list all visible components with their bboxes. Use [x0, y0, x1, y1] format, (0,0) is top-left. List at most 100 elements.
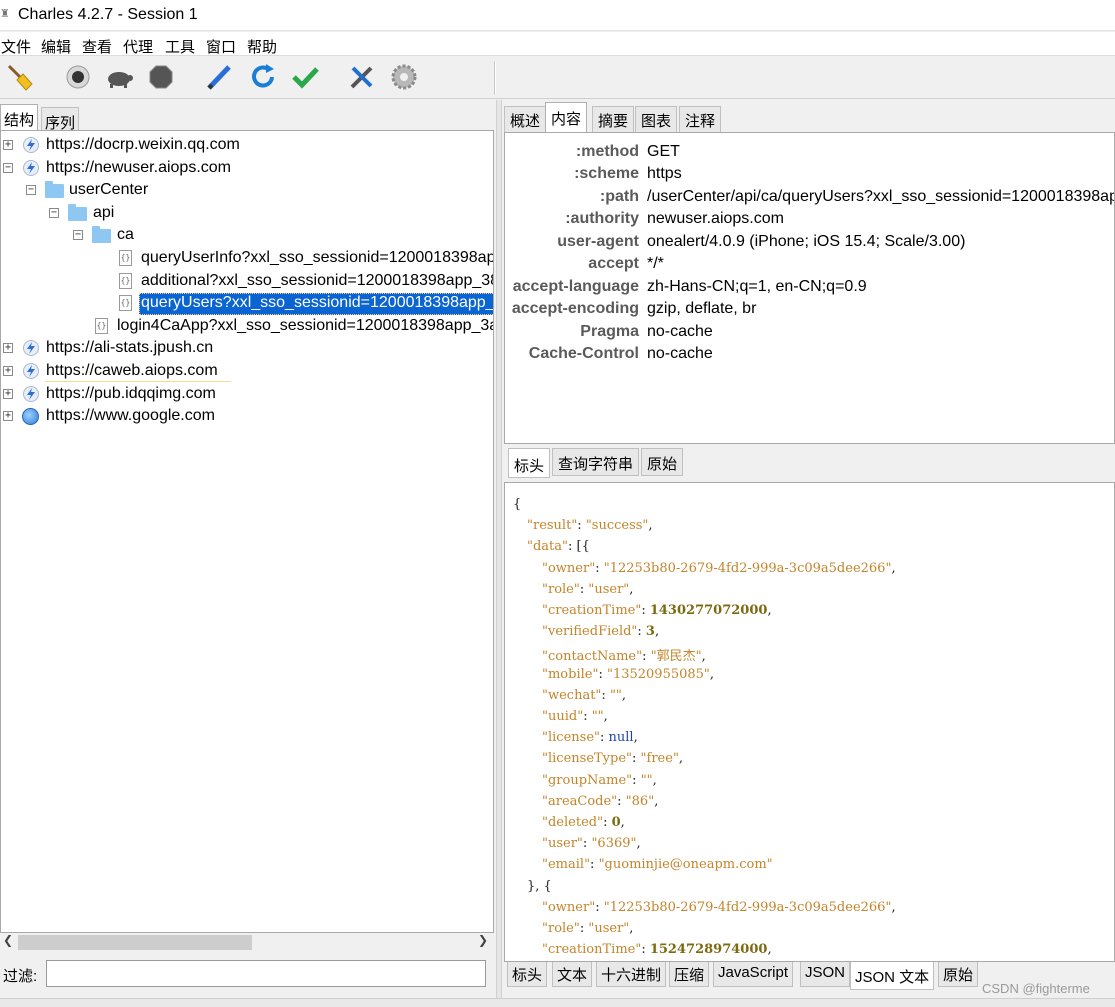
json-punct: ,: [633, 730, 638, 746]
tab-compressed[interactable]: 压缩: [669, 962, 710, 987]
tree-file-row-selected[interactable]: {} queryUsers?xxl_sso_sessionid=12000183…: [1, 292, 494, 314]
tree-file-row[interactable]: {} login4CaApp?xxl_sso_sessionid=1200018…: [1, 315, 494, 337]
response-json-panel: {"result": "success", "data": [{"owner": …: [504, 482, 1115, 962]
tab-headers[interactable]: 标头: [508, 448, 551, 478]
scrollbar-thumb[interactable]: [18, 935, 252, 950]
tree-folder-row[interactable]: − api: [1, 202, 493, 224]
menu-edit[interactable]: 编辑: [41, 36, 71, 57]
tab-chart[interactable]: 图表: [635, 106, 678, 132]
turtle-icon[interactable]: [104, 62, 134, 92]
menu-window[interactable]: 窗口: [206, 36, 236, 57]
collapse-icon[interactable]: −: [3, 163, 13, 173]
json-punct: :: [641, 942, 650, 958]
json-key: "contactName": [542, 649, 643, 665]
header-value: zh-Hans-CN;q=1, en-CN;q=0.9: [647, 278, 867, 295]
tree-host-row[interactable]: + https://caweb.aiops.com: [1, 360, 493, 382]
collapse-icon[interactable]: −: [73, 230, 83, 240]
json-line: {: [513, 497, 521, 512]
tree-file-row[interactable]: {} additional?xxl_sso_sessionid=12000183…: [1, 270, 494, 292]
tree-host-row[interactable]: + https://www.google.com: [1, 405, 493, 427]
check-icon[interactable]: [290, 62, 320, 92]
toolbar-separator: [494, 61, 496, 95]
tree-host-row[interactable]: + https://pub.idqqimg.com: [1, 383, 493, 405]
header-value: onealert/4.0.9 (iPhone; iOS 15.4; Scale/…: [647, 233, 966, 250]
window-title: Charles 4.2.7 - Session 1: [18, 6, 198, 23]
tab-raw[interactable]: 原始: [938, 962, 979, 987]
json-punct: :: [583, 709, 592, 724]
tree-folder-row[interactable]: − userCenter: [1, 179, 493, 201]
tab-sequence[interactable]: 序列: [41, 107, 80, 132]
json-punct: ,: [701, 649, 706, 665]
tab-overview[interactable]: 概述: [504, 106, 547, 132]
file-label: queryUsers?xxl_sso_sessionid=1200018398a…: [141, 294, 494, 311]
tab-javascript[interactable]: JavaScript: [713, 962, 794, 987]
pen-icon[interactable]: [204, 62, 234, 92]
scroll-right-arrow-icon[interactable]: ❯: [478, 933, 488, 947]
gear-icon[interactable]: [389, 62, 419, 92]
file-label: login4CaApp?xxl_sso_sessionid=1200018398…: [117, 317, 494, 334]
tree-host-row[interactable]: + https://ali-stats.jpush.cn: [1, 337, 493, 359]
structure-tabs: 结构 序列: [0, 102, 493, 132]
expand-icon[interactable]: +: [3, 389, 13, 399]
tab-text[interactable]: 文本: [552, 962, 593, 987]
json-value: "": [640, 772, 653, 788]
menu-proxy[interactable]: 代理: [123, 36, 153, 57]
tab-json-text[interactable]: JSON 文本: [850, 962, 935, 990]
horizontal-scrollbar[interactable]: ❮ ❯: [0, 933, 494, 951]
json-line: }, {: [527, 879, 552, 894]
json-key: "uuid": [542, 709, 584, 724]
row-underline: [45, 381, 231, 382]
json-value: 1430277072000: [649, 603, 768, 618]
json-punct: ,: [621, 687, 627, 703]
file-label: additional?xxl_sso_sessionid=1200018398a…: [141, 272, 494, 289]
header-key: :path: [599, 188, 639, 205]
tab-json[interactable]: JSON: [800, 962, 851, 987]
globe-icon: [22, 408, 39, 425]
detail-tabs: 概述 内容 摘要 图表 注释: [504, 102, 1115, 132]
json-line: "creationTime": 1430277072000,: [542, 603, 772, 618]
menu-help[interactable]: 帮助: [247, 36, 277, 57]
refresh-icon[interactable]: [248, 62, 278, 92]
tab-raw[interactable]: 原始: [641, 448, 684, 476]
json-key: "role": [542, 581, 580, 597]
scroll-left-arrow-icon[interactable]: ❮: [3, 933, 13, 947]
json-value: "6369": [591, 836, 637, 852]
tab-contents[interactable]: 内容: [545, 102, 588, 132]
menu-view[interactable]: 查看: [82, 36, 112, 57]
json-value: "郭民杰": [650, 649, 702, 665]
header-key: :scheme: [574, 165, 639, 182]
tree-folder-row[interactable]: − ca: [1, 224, 493, 246]
tab-headers[interactable]: 标头: [507, 962, 548, 987]
menu-tools[interactable]: 工具: [165, 36, 195, 57]
tab-hex[interactable]: 十六进制: [596, 962, 667, 987]
json-punct: :: [603, 815, 612, 830]
expand-icon[interactable]: +: [3, 366, 13, 376]
expand-icon[interactable]: +: [3, 343, 13, 353]
tree-host-row[interactable]: − https://newuser.aiops.com: [1, 157, 493, 179]
tree-host-row[interactable]: + https://docrp.weixin.qq.com: [1, 134, 493, 156]
file-label: queryUserInfo?xxl_sso_sessionid=12000183…: [141, 249, 494, 266]
stop-icon[interactable]: [146, 62, 176, 92]
expand-icon[interactable]: +: [3, 140, 13, 150]
collapse-icon[interactable]: −: [26, 185, 36, 195]
tools-icon[interactable]: [347, 62, 377, 92]
json-value: "12253b80-2679-4fd2-999a-3c09a5dee266": [603, 560, 892, 576]
json-value: "13520955085": [606, 666, 710, 682]
tab-query-string[interactable]: 查询字符串: [552, 448, 640, 476]
tab-summary[interactable]: 摘要: [592, 106, 635, 132]
json-line: "user": "6369",: [542, 836, 641, 851]
pane-splitter[interactable]: [496, 100, 502, 1000]
json-key: "owner": [542, 899, 596, 915]
filter-input[interactable]: [46, 960, 486, 987]
broom-icon[interactable]: [5, 62, 35, 92]
expand-icon[interactable]: +: [3, 411, 13, 421]
menu-file[interactable]: 文件: [1, 36, 31, 57]
tree-file-row[interactable]: {} queryUserInfo?xxl_sso_sessionid=12000…: [1, 247, 494, 269]
tab-structure[interactable]: 结构: [0, 104, 39, 131]
record-icon[interactable]: [63, 62, 93, 92]
json-key: "verifiedField": [542, 624, 638, 640]
folder-icon: [68, 204, 87, 221]
collapse-icon[interactable]: −: [49, 208, 59, 218]
header-key: Cache-Control: [528, 345, 639, 362]
tab-notes[interactable]: 注释: [679, 106, 722, 132]
